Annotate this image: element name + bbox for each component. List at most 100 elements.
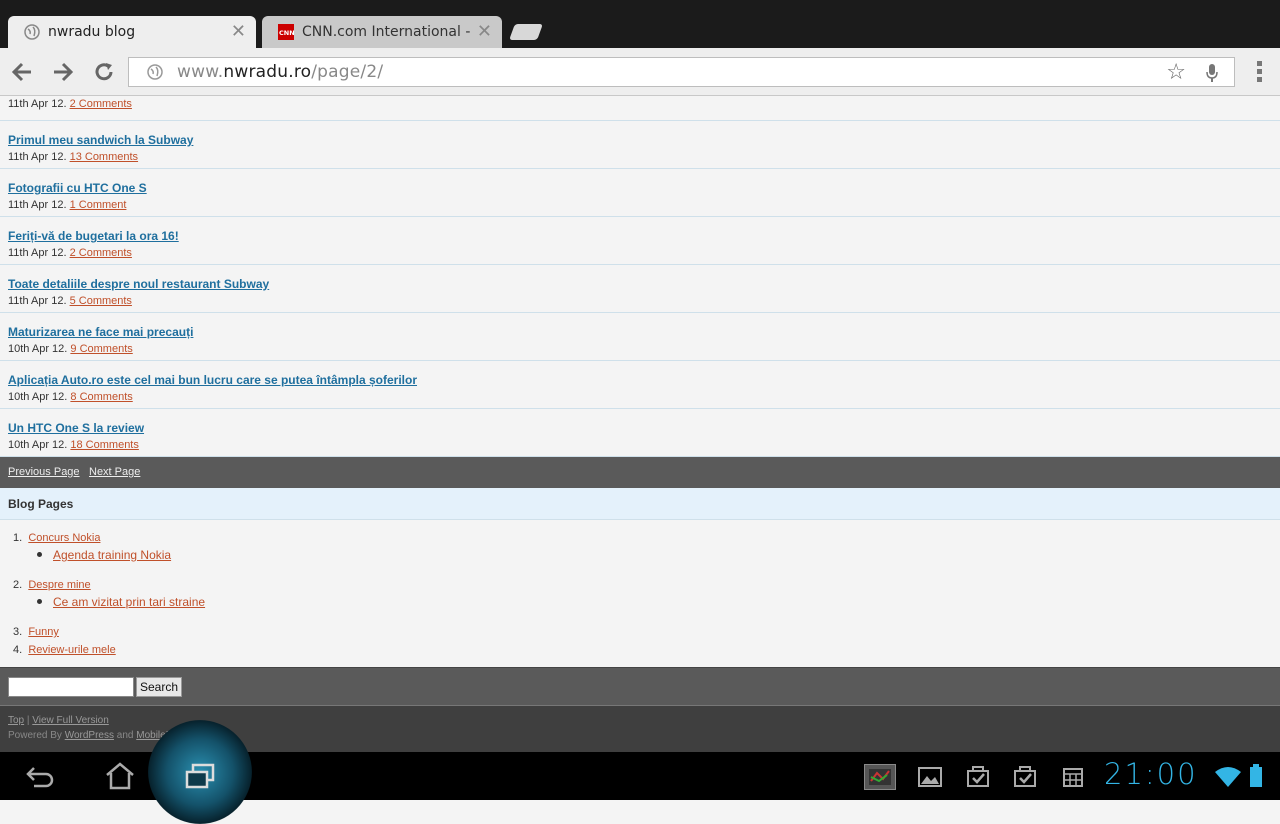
- overflow-menu-icon[interactable]: [1257, 61, 1262, 85]
- close-tab-icon[interactable]: ✕: [477, 21, 492, 42]
- previous-page-link[interactable]: Previous Page: [8, 466, 80, 478]
- status-clock[interactable]: 21:00: [1104, 757, 1198, 791]
- post-date: 11th Apr 12.: [8, 295, 67, 307]
- top-link[interactable]: Top: [8, 715, 24, 726]
- post-title-link[interactable]: Fotografii cu HTC One S: [8, 181, 147, 195]
- wifi-icon[interactable]: [1214, 766, 1242, 788]
- reload-button[interactable]: [90, 60, 118, 84]
- post-item: 11th Apr 12. 2 Comments: [0, 96, 1280, 121]
- blog-subpage-link[interactable]: Ce am vizitat prin tari straine: [53, 595, 205, 609]
- post-title-link[interactable]: Toate detaliile despre noul restaurant S…: [8, 277, 269, 291]
- post-date: 10th Apr 12.: [8, 391, 68, 403]
- powered-by-text: Powered By: [8, 730, 65, 741]
- post-comments-link[interactable]: 2 Comments: [70, 247, 132, 259]
- post-item: Toate detaliile despre noul restaurant S…: [0, 265, 1280, 313]
- full-version-link[interactable]: View Full Version: [32, 715, 109, 726]
- microphone-icon[interactable]: [1204, 63, 1220, 83]
- post-meta: 10th Apr 12. 9 Comments: [8, 343, 133, 355]
- forward-button[interactable]: [49, 60, 77, 84]
- back-button[interactable]: [8, 60, 36, 84]
- home-icon[interactable]: [104, 762, 136, 790]
- post-meta: 11th Apr 12. 13 Comments: [8, 151, 138, 163]
- post-title-link[interactable]: Maturizarea ne face mai precauți: [8, 325, 193, 339]
- pagination-bar: Previous Page Next Page: [0, 457, 1280, 488]
- image-icon[interactable]: [917, 765, 943, 789]
- bookmark-star-icon[interactable]: ☆: [1166, 60, 1186, 85]
- post-item: Fotografii cu HTC One S 11th Apr 12. 1 C…: [0, 169, 1280, 217]
- post-date: 11th Apr 12.: [8, 199, 67, 211]
- blog-pages-header: Blog Pages: [0, 488, 1280, 520]
- search-bar: Search: [0, 667, 1280, 705]
- battery-icon[interactable]: [1249, 764, 1263, 788]
- post-meta: 11th Apr 12. 2 Comments: [8, 98, 132, 110]
- page-content: 11th Apr 12. 2 Comments Primul meu sandw…: [0, 96, 1280, 752]
- post-comments-link[interactable]: 1 Comment: [70, 199, 127, 211]
- bullet-icon: [37, 599, 42, 604]
- post-item: Primul meu sandwich la Subway 11th Apr 1…: [0, 121, 1280, 169]
- post-comments-link[interactable]: 9 Comments: [70, 343, 132, 355]
- footer-links: Top | View Full Version: [8, 715, 109, 726]
- blog-page-item: 3. Funny: [13, 626, 59, 638]
- post-date: 11th Apr 12.: [8, 98, 67, 110]
- new-tab-button[interactable]: [509, 24, 543, 40]
- post-item: Un HTC One S la review 10th Apr 12. 18 C…: [0, 409, 1280, 457]
- list-number: 4.: [13, 644, 23, 656]
- globe-icon: [147, 64, 163, 80]
- blog-page-link[interactable]: Despre mine: [28, 579, 90, 591]
- calendar-icon[interactable]: [1060, 765, 1086, 789]
- recent-apps-icon[interactable]: [184, 762, 216, 790]
- url-text: www.nwradu.ro/page/2/: [177, 62, 383, 82]
- search-input[interactable]: [8, 677, 134, 697]
- blog-page-link[interactable]: Concurs Nokia: [28, 532, 100, 544]
- reload-icon: [95, 63, 113, 81]
- blog-page-item: 4. Review-urile mele: [13, 644, 116, 656]
- and-text: and: [113, 730, 137, 741]
- post-comments-link[interactable]: 18 Comments: [70, 439, 138, 451]
- list-number: 2.: [13, 579, 23, 591]
- post-comments-link[interactable]: 5 Comments: [70, 295, 132, 307]
- tab-title: nwradu blog: [48, 24, 136, 40]
- bag-check-icon[interactable]: [1012, 764, 1038, 788]
- search-button[interactable]: Search: [136, 677, 183, 697]
- url-path: /page/2/: [311, 62, 384, 82]
- forward-arrow-icon: [54, 62, 74, 82]
- blog-page-link[interactable]: Review-urile mele: [28, 644, 115, 656]
- blog-page-item: 1. Concurs Nokia: [13, 532, 100, 544]
- cnn-favicon-text: CNN: [279, 29, 294, 37]
- tab-strip: nwradu blog ✕ CNN CNN.com International …: [0, 0, 1280, 48]
- post-comments-link[interactable]: 8 Comments: [70, 391, 132, 403]
- colorful-app-icon: [869, 769, 891, 785]
- blog-page-item: 2. Despre mine: [13, 579, 91, 591]
- post-meta: 10th Apr 12. 18 Comments: [8, 439, 139, 451]
- bag-check-icon[interactable]: [965, 764, 991, 788]
- back-icon[interactable]: [24, 762, 56, 790]
- post-item: Feriți-vă de bugetari la ora 16! 11th Ap…: [0, 217, 1280, 265]
- post-comments-link[interactable]: 2 Comments: [70, 98, 132, 110]
- close-tab-icon[interactable]: ✕: [231, 21, 246, 42]
- blog-subpage-item: Agenda training Nokia: [37, 548, 171, 562]
- blog-page-link[interactable]: Funny: [28, 626, 59, 638]
- address-bar[interactable]: www.nwradu.ro/page/2/ ☆: [128, 57, 1235, 87]
- wordpress-link[interactable]: WordPress: [65, 730, 114, 741]
- blog-subpage-link[interactable]: Agenda training Nokia: [53, 548, 171, 562]
- url-domain: nwradu.ro: [223, 62, 312, 82]
- post-title-link[interactable]: Primul meu sandwich la Subway: [8, 133, 193, 147]
- post-item: Aplicația Auto.ro este cel mai bun lucru…: [0, 361, 1280, 409]
- list-number: 1.: [13, 532, 23, 544]
- post-title-link[interactable]: Un HTC One S la review: [8, 421, 144, 435]
- back-arrow-icon: [11, 62, 31, 82]
- app-notification-icon[interactable]: [864, 764, 896, 790]
- post-meta: 11th Apr 12. 5 Comments: [8, 295, 132, 307]
- post-title-link[interactable]: Aplicația Auto.ro este cel mai bun lucru…: [8, 373, 417, 387]
- post-date: 11th Apr 12.: [8, 247, 67, 259]
- post-title-link[interactable]: Feriți-vă de bugetari la ora 16!: [8, 229, 179, 243]
- tab-title: CNN.com International -: [302, 24, 471, 40]
- next-page-link[interactable]: Next Page: [89, 466, 140, 478]
- post-comments-link[interactable]: 13 Comments: [70, 151, 138, 163]
- globe-icon: [24, 24, 40, 40]
- browser-toolbar: www.nwradu.ro/page/2/ ☆: [0, 48, 1280, 96]
- tab-cnn[interactable]: CNN CNN.com International - ✕: [262, 16, 502, 48]
- blog-pages-heading: Blog Pages: [8, 497, 74, 511]
- tab-nwradu[interactable]: nwradu blog ✕: [8, 16, 256, 48]
- post-item: Maturizarea ne face mai precauți 10th Ap…: [0, 313, 1280, 361]
